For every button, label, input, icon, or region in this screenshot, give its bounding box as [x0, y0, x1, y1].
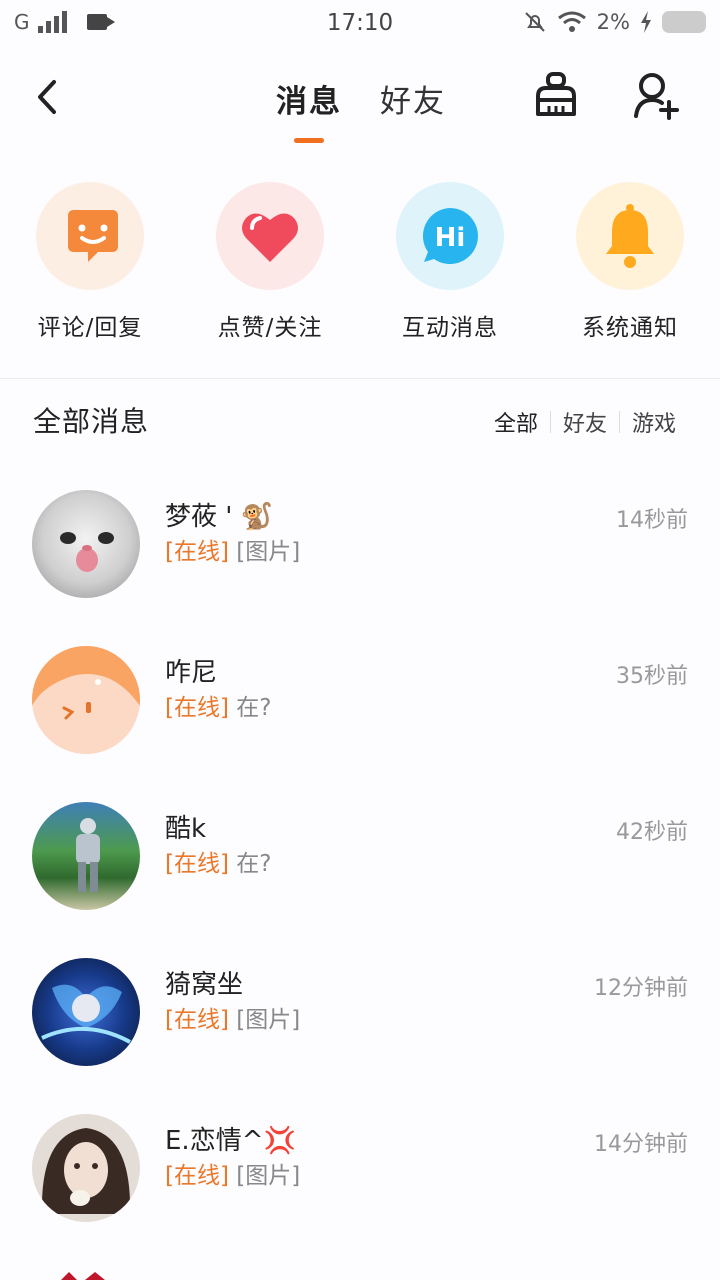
category-icon-bg: [36, 182, 144, 290]
online-status: [在线]: [165, 539, 229, 565]
all-messages-title: 全部消息: [33, 405, 150, 438]
category-interactions[interactable]: Hi 互动消息: [360, 182, 540, 342]
next-avatar-peek: [61, 1272, 105, 1280]
category-shortcuts: 评论/回复 点赞/关注 Hi 互动消息 系统通知: [0, 182, 720, 342]
last-message: 在?: [236, 851, 272, 877]
message-preview: [在线] 在?: [165, 844, 271, 878]
message-preview: [在线] [图片]: [165, 1000, 300, 1034]
category-comments[interactable]: 评论/回复: [0, 182, 180, 342]
back-arrow-icon[interactable]: [30, 72, 70, 122]
message-time: 42秒前: [616, 820, 688, 845]
filter-games[interactable]: 游戏: [620, 406, 688, 438]
category-label: 点赞/关注: [217, 315, 323, 341]
conversation-row[interactable]: 猗窝坐 [在线] [图片] 12分钟前: [0, 934, 720, 1090]
svg-text:Hi: Hi: [435, 223, 466, 253]
top-nav: 消息 好友: [0, 48, 720, 148]
girl-avatar-image: [41, 1128, 131, 1214]
message-preview: [在线] [图片]: [165, 1156, 300, 1190]
active-tab-indicator: [294, 138, 324, 143]
conversation-row[interactable]: E.恋情^💢 [在线] [图片] 14分钟前: [0, 1090, 720, 1246]
conversation-row[interactable]: 咋尼 [在线] 在? 35秒前: [0, 622, 720, 778]
message-preview: [在线] 在?: [165, 688, 271, 722]
online-status: [在线]: [165, 851, 229, 877]
charging-icon: [641, 11, 651, 33]
message-time: 14秒前: [616, 508, 688, 533]
battery-percent: 2%: [596, 10, 630, 34]
contact-name: 猗窝坐: [165, 970, 244, 1000]
message-time: 35秒前: [616, 664, 688, 689]
message-preview: [在线] [图片]: [165, 532, 300, 566]
contact-name: E.恋情^💢: [165, 1126, 296, 1156]
category-icon-bg: [576, 182, 684, 290]
message-filter: 全部 好友 游戏: [482, 406, 688, 438]
cat-avatar-image: [60, 532, 114, 572]
avatar[interactable]: [32, 646, 140, 754]
status-right: 2%: [523, 10, 706, 34]
last-message: [图片]: [236, 1007, 301, 1033]
clear-broom-icon[interactable]: [533, 70, 579, 124]
status-bar: G 17:10 2%: [0, 0, 720, 48]
avatar[interactable]: [32, 802, 140, 910]
avatar[interactable]: [32, 958, 140, 1066]
category-label: 系统通知: [582, 315, 678, 341]
battery-icon: [662, 11, 706, 33]
category-icon-bg: [216, 182, 324, 290]
category-system[interactable]: 系统通知: [540, 182, 720, 342]
mute-bell-icon: [524, 12, 545, 32]
avatar[interactable]: [32, 1114, 140, 1222]
smile-chat-icon: [68, 210, 118, 262]
category-likes[interactable]: 点赞/关注: [180, 182, 360, 342]
tab-friends[interactable]: 好友: [380, 76, 446, 121]
contact-name: 咋尼: [165, 658, 218, 688]
message-list: 梦莜 ' 🐒 [在线] [图片] 14秒前 咋尼 [在线] 在? 35秒前 酷k…: [0, 466, 720, 1246]
anime-avatar-image: [41, 984, 131, 1044]
message-time: 14分钟前: [594, 1132, 688, 1157]
hi-bubble-icon: Hi: [422, 208, 478, 264]
last-message: [图片]: [236, 539, 301, 565]
contact-name: 酷k: [165, 814, 207, 844]
heart-icon: [242, 213, 298, 262]
wifi-icon: [557, 11, 586, 32]
conversation-row[interactable]: 酷k [在线] 在? 42秒前: [0, 778, 720, 934]
avatar[interactable]: [32, 490, 140, 598]
tab-messages[interactable]: 消息: [276, 76, 342, 121]
category-label: 互动消息: [402, 315, 498, 341]
message-time: 12分钟前: [594, 976, 688, 1001]
online-status: [在线]: [165, 1163, 229, 1189]
last-message: 在?: [236, 695, 272, 721]
category-icon-bg: Hi: [396, 182, 504, 290]
online-status: [在线]: [165, 1007, 229, 1033]
online-status: [在线]: [165, 695, 229, 721]
add-friend-icon[interactable]: [633, 70, 679, 124]
contact-name: 梦莜 ' 🐒: [165, 502, 274, 532]
conversation-row[interactable]: 梦莜 ' 🐒 [在线] [图片] 14秒前: [0, 466, 720, 622]
section-divider: [0, 378, 720, 379]
figure-avatar-image: [76, 818, 100, 892]
category-label: 评论/回复: [37, 315, 143, 341]
last-message: [图片]: [236, 1163, 301, 1189]
filter-all[interactable]: 全部: [482, 406, 550, 438]
peach-avatar-image: [32, 646, 140, 720]
bell-icon: [606, 204, 654, 268]
filter-friends[interactable]: 好友: [551, 406, 619, 438]
